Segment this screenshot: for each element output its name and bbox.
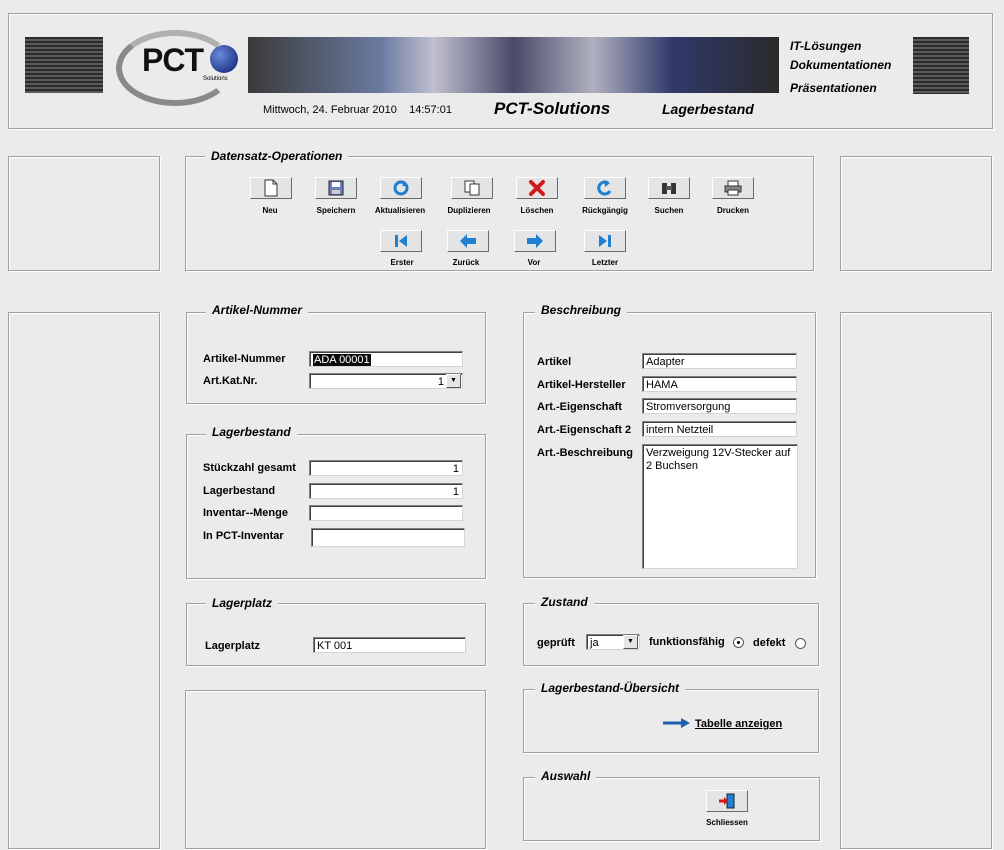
new-button[interactable] <box>250 177 292 199</box>
total-quantity-field[interactable]: 1 <box>309 460 463 476</box>
binoculars-icon <box>662 183 676 194</box>
exit-door-icon <box>719 793 735 809</box>
previous-record-button[interactable] <box>447 230 489 252</box>
header-banner-image <box>248 37 779 93</box>
functional-radio-dot <box>737 641 740 644</box>
storage-location-title: Lagerplatz <box>206 596 279 610</box>
arrow-right-icon <box>663 718 690 728</box>
left-panel-top <box>8 156 160 271</box>
stock-level-field[interactable]: 1 <box>309 483 463 499</box>
last-record-icon <box>599 235 611 247</box>
stock-title: Lagerbestand <box>206 425 297 439</box>
property-2-label: Art.-Eigenschaft 2 <box>537 424 632 436</box>
section-title: Lagerbestand <box>662 101 754 117</box>
pct-logo: PCT Solutions <box>112 22 242 108</box>
article-label: Artikel <box>537 356 572 368</box>
undo-icon <box>597 180 612 196</box>
refresh-button[interactable] <box>380 177 422 199</box>
close-button-label: Schliessen <box>706 818 748 827</box>
condition-title: Zustand <box>535 595 594 609</box>
header-datetime: Mittwoch, 24. Februar 2010 14:57:01 <box>263 104 452 116</box>
save-button[interactable] <box>315 177 357 199</box>
delete-icon <box>529 180 545 196</box>
overview-title: Lagerbestand-Übersicht <box>535 681 686 695</box>
first-record-icon <box>395 235 407 247</box>
article-number-field[interactable]: ADA 00001 <box>309 351 463 367</box>
checked-dropdown-arrow-icon[interactable]: ▼ <box>623 635 638 649</box>
storage-location-group <box>186 603 486 666</box>
description-text-label: Art.-Beschreibung <box>537 447 633 459</box>
close-button[interactable] <box>706 790 748 812</box>
printer-icon <box>724 180 742 196</box>
selection-title: Auswahl <box>535 769 597 783</box>
server-image-left <box>25 37 103 93</box>
description-title: Beschreibung <box>535 303 628 317</box>
undo-button[interactable] <box>584 177 626 199</box>
empty-panel-bottom <box>185 690 486 849</box>
property-2-field[interactable]: intern Netzteil <box>642 421 797 437</box>
tagline-2: Dokumentationen <box>790 58 892 72</box>
article-number-title: Artikel-Nummer <box>206 303 309 317</box>
show-table-link[interactable]: Tabelle anzeigen <box>695 718 782 730</box>
pct-inventory-field[interactable] <box>311 528 465 547</box>
article-number-label: Artikel-Nummer <box>203 353 286 365</box>
functional-radio[interactable] <box>733 637 744 648</box>
inventory-quantity-label: Inventar--Menge <box>203 507 288 519</box>
checked-value: ja <box>590 637 599 649</box>
tagline-3: Präsentationen <box>790 81 877 95</box>
delete-button[interactable] <box>516 177 558 199</box>
logo-globe-icon <box>210 45 238 73</box>
right-panel-bottom <box>840 312 992 849</box>
article-field[interactable]: Adapter <box>642 353 797 369</box>
duplicate-icon <box>464 180 480 196</box>
catalog-number-select[interactable]: 1 <box>309 373 463 389</box>
duplicate-button[interactable] <box>451 177 493 199</box>
defect-label: defekt <box>753 637 786 649</box>
stock-level-label: Lagerbestand <box>203 485 276 497</box>
catalog-dropdown-arrow-icon[interactable]: ▼ <box>446 374 461 388</box>
new-document-icon <box>264 179 278 197</box>
inventory-quantity-field[interactable] <box>309 505 463 521</box>
total-quantity-label: Stückzahl gesamt <box>203 462 296 474</box>
search-button[interactable] <box>648 177 690 199</box>
checked-label: geprüft <box>537 637 575 649</box>
property-1-label: Art.-Eigenschaft <box>537 401 622 413</box>
defect-radio[interactable] <box>795 638 806 649</box>
catalog-number-value: 1 <box>437 376 444 388</box>
tagline-1: IT-Lösungen <box>790 39 862 53</box>
refresh-icon <box>393 180 409 196</box>
next-record-icon <box>527 234 543 248</box>
previous-record-icon <box>460 234 476 248</box>
storage-location-field[interactable]: KT 001 <box>313 637 466 653</box>
next-record-button[interactable] <box>514 230 556 252</box>
functional-label: funktionsfähig <box>649 636 725 648</box>
condition-group <box>523 603 819 666</box>
first-record-button[interactable] <box>380 230 422 252</box>
manufacturer-label: Artikel-Hersteller <box>537 379 626 391</box>
pct-inventory-label: In PCT-Inventar <box>203 530 284 542</box>
print-button-label: Drucken <box>716 206 749 215</box>
right-panel-top <box>840 156 992 271</box>
description-textarea[interactable]: Verzweigung 12V-Stecker auf 2 Buchsen <box>642 444 798 569</box>
next-record-label: Vor <box>527 258 541 267</box>
server-image-right <box>913 37 969 94</box>
record-operations-title: Datensatz-Operationen <box>205 149 349 163</box>
article-number-value: ADA 00001 <box>313 354 371 366</box>
selection-group <box>523 777 820 841</box>
storage-location-label: Lagerplatz <box>205 640 261 652</box>
logo-text: PCT <box>142 42 204 78</box>
save-icon <box>328 180 344 196</box>
property-1-field[interactable]: Stromversorgung <box>642 398 797 414</box>
logo-subtext: Solutions <box>203 76 228 82</box>
print-button[interactable] <box>712 177 754 199</box>
left-panel-bottom <box>8 312 160 849</box>
refresh-button-label: Aktualisieren <box>374 206 426 215</box>
company-title: PCT-Solutions <box>494 99 611 118</box>
catalog-number-label: Art.Kat.Nr. <box>203 375 258 387</box>
last-record-button[interactable] <box>584 230 626 252</box>
last-record-label: Letzter <box>591 258 619 267</box>
manufacturer-field[interactable]: HAMA <box>642 376 797 392</box>
